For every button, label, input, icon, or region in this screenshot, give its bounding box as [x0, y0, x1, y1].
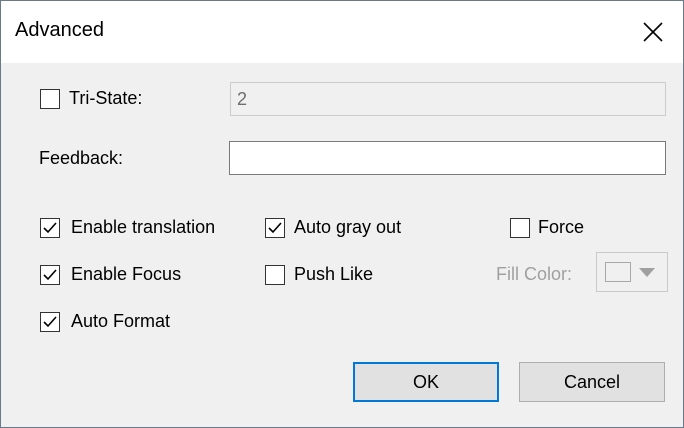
fill-color-label: Fill Color: — [496, 264, 573, 284]
feedback-label: Feedback: — [39, 148, 124, 168]
auto-format-checkbox[interactable] — [40, 312, 60, 332]
check-icon — [43, 269, 57, 281]
fill-color-picker — [596, 252, 668, 292]
close-button[interactable] — [623, 1, 683, 63]
auto-gray-out-checkbox[interactable] — [265, 218, 285, 238]
enable-translation-label: Enable translation — [71, 217, 216, 237]
enable-focus-label: Enable Focus — [71, 264, 182, 284]
auto-gray-out-label: Auto gray out — [294, 217, 402, 237]
cancel-button[interactable]: Cancel — [519, 362, 665, 402]
chevron-down-icon — [639, 268, 655, 277]
push-like-checkbox[interactable] — [265, 265, 285, 285]
push-like-label: Push Like — [294, 264, 374, 284]
auto-format-label: Auto Format — [71, 311, 171, 331]
tri-state-value-field: 2 — [230, 82, 666, 116]
check-icon — [43, 316, 57, 328]
tri-state-checkbox[interactable] — [40, 89, 60, 109]
ok-button[interactable]: OK — [353, 362, 499, 402]
tri-state-label: Tri-State: — [69, 88, 143, 108]
close-icon — [643, 22, 663, 42]
title-bar: Advanced — [1, 1, 683, 63]
feedback-input[interactable] — [229, 141, 666, 175]
enable-translation-checkbox[interactable] — [40, 218, 60, 238]
check-icon — [43, 222, 57, 234]
advanced-dialog: Advanced Tri-State: 2 Feedback: Enable t… — [0, 0, 684, 428]
dialog-title: Advanced — [15, 19, 104, 41]
force-checkbox[interactable] — [510, 218, 530, 238]
force-label: Force — [538, 217, 585, 237]
fill-color-swatch — [605, 262, 631, 282]
check-icon — [268, 222, 282, 234]
enable-focus-checkbox[interactable] — [40, 265, 60, 285]
